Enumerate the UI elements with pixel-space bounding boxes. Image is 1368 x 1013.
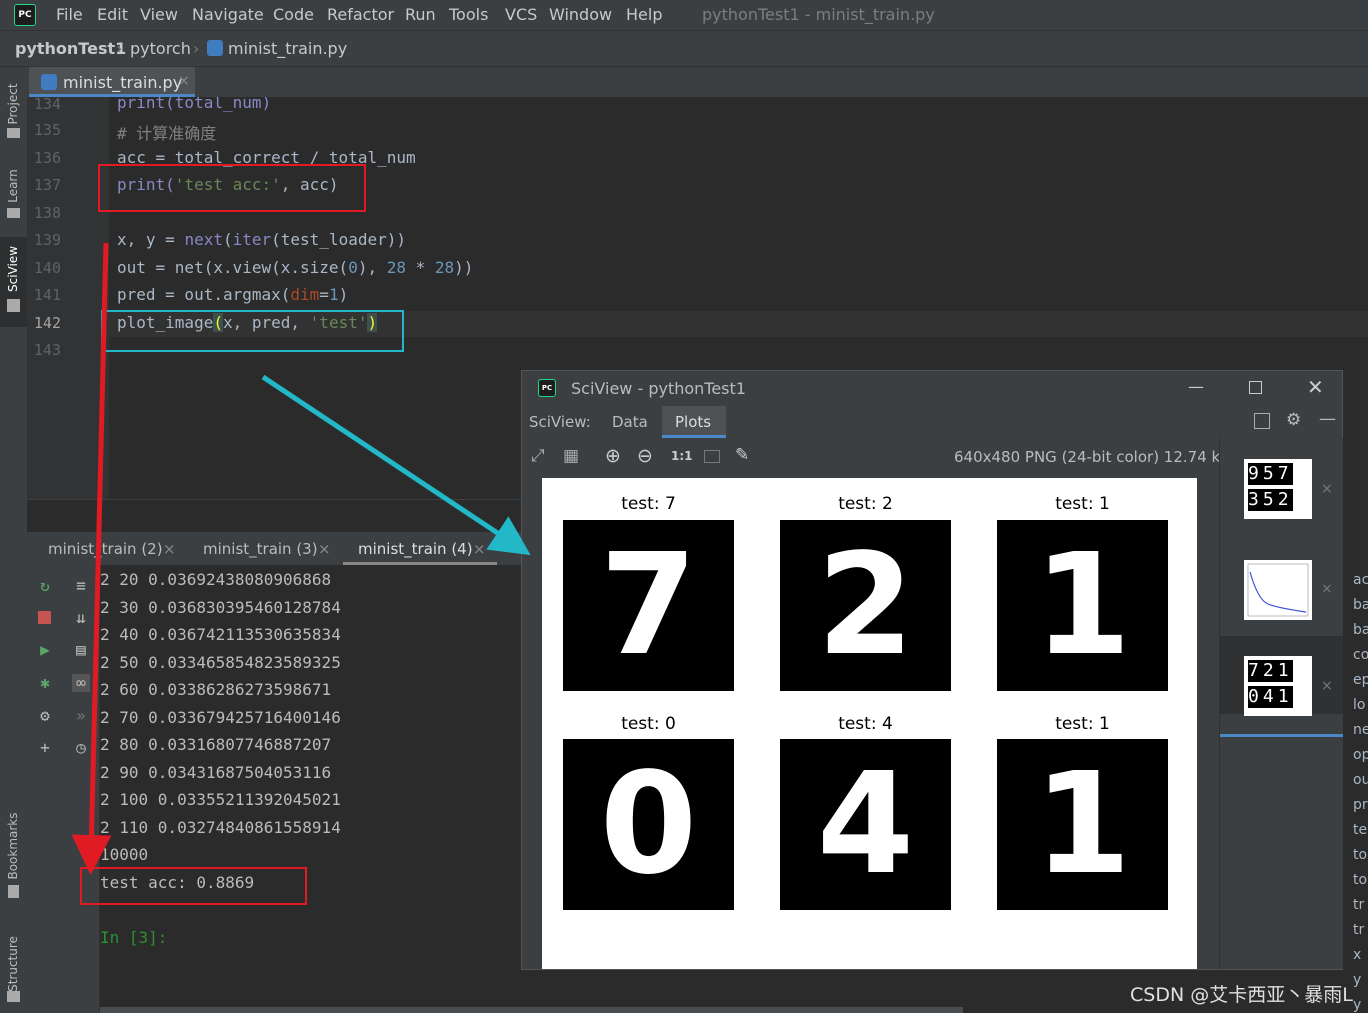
red-arrow (71, 242, 112, 875)
watermark: CSDN @艾卡西亚丶暴雨L (1130, 984, 1353, 1006)
annotation-arrows (71, 242, 531, 875)
cyan-arrow (261, 374, 531, 556)
